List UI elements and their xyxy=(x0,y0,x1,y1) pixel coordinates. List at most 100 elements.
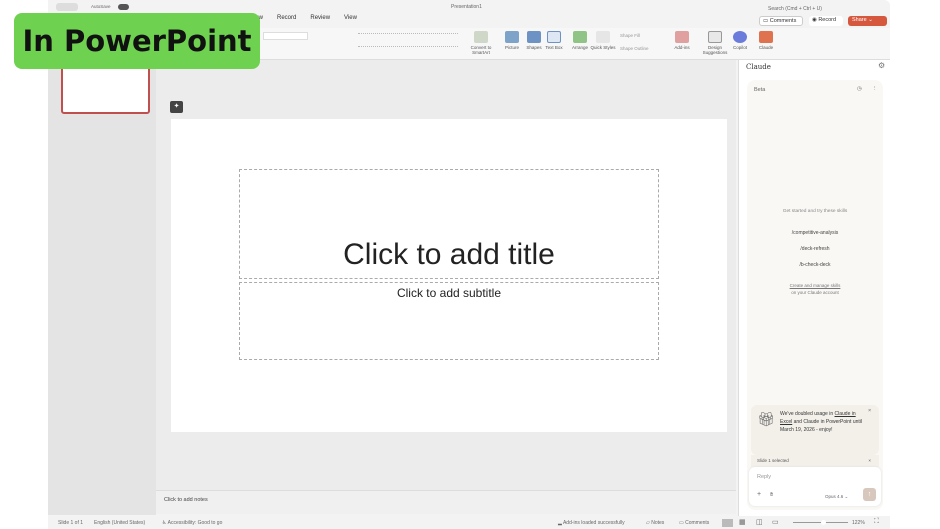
selection-context: Slide 1 selected × xyxy=(751,455,879,467)
autosave-toggle[interactable] xyxy=(118,4,129,10)
share-button[interactable]: Share ⌄ xyxy=(848,16,887,26)
label: Copilot xyxy=(732,45,747,50)
skill-deck-refresh[interactable]: /deck-refresh xyxy=(747,246,883,252)
powerpoint-window: AutoSave Presentation1 Search (Cmd + Ctr… xyxy=(48,0,890,529)
title-bar: AutoSave Presentation1 Search (Cmd + Ctr… xyxy=(48,0,890,14)
slideshow-button[interactable]: ▭ xyxy=(772,518,779,526)
title-placeholder[interactable]: Click to add title xyxy=(239,169,659,279)
clear-selection-icon[interactable]: × xyxy=(868,458,871,463)
design-icon xyxy=(708,31,722,43)
label: Add-ins xyxy=(674,45,690,50)
claude-icon xyxy=(759,31,773,43)
promo-banner: 🎁︎ We've doubled usage in Claude in Exce… xyxy=(751,405,879,455)
share-label: Share xyxy=(852,17,867,23)
claude-chat-card: Beta ◷ ⋮ Get started and try these skill… xyxy=(747,80,883,510)
reading-view-button[interactable]: ◫ xyxy=(756,518,763,526)
sidebar-toggle-button[interactable] xyxy=(56,3,78,11)
beta-badge: Beta xyxy=(754,87,766,93)
designer-icon[interactable]: ✦ xyxy=(170,101,183,113)
add-attachment-icon[interactable]: + xyxy=(757,491,761,498)
label: Arrange xyxy=(571,45,588,50)
manage-skills-subtext: on your Claude account xyxy=(791,290,839,295)
notes-label: Notes xyxy=(651,520,665,526)
ribbon-add-ins[interactable]: Add-ins xyxy=(669,31,695,50)
skill-competitive-analysis[interactable]: /competitive-analysis xyxy=(747,230,883,236)
status-bar: Slide 1 of 1 English (United States) ♿︎ … xyxy=(48,516,890,529)
zoom-level[interactable]: 122% xyxy=(852,520,865,526)
ribbon-quick-styles[interactable]: Quick Styles xyxy=(590,31,616,50)
subtitle-placeholder[interactable]: Click to add subtitle xyxy=(239,282,659,360)
tab-review[interactable]: Review xyxy=(310,15,330,27)
zoom-slider[interactable] xyxy=(793,520,848,525)
overlay-label: In PowerPoint xyxy=(14,13,260,69)
shape-outline-button[interactable]: Shape Outline xyxy=(620,46,649,51)
comments-button[interactable]: ▭ Comments xyxy=(759,16,803,26)
arrange-icon xyxy=(573,31,587,43)
tab-record[interactable]: Record xyxy=(277,15,296,27)
copilot-icon xyxy=(733,31,747,43)
shapes-icon xyxy=(527,31,541,43)
reply-input[interactable]: Reply xyxy=(757,474,771,480)
close-promo-icon[interactable]: × xyxy=(868,408,871,414)
comments-status-label: Comments xyxy=(685,520,710,526)
ribbon-copilot[interactable]: Copilot xyxy=(727,31,753,50)
reply-box[interactable]: Reply + ✋︎ Opus 4.6 ⌄ ↑ xyxy=(749,467,881,506)
comments-label: Comments xyxy=(769,18,797,24)
quick-styles-icon xyxy=(596,31,610,43)
tab-view[interactable]: View xyxy=(344,15,357,27)
record-label: Record xyxy=(818,17,837,23)
ribbon-design-suggestions[interactable]: Design Suggestions xyxy=(702,31,728,55)
language-status[interactable]: English (United States) xyxy=(94,520,145,526)
notes-pane[interactable]: Click to add notes xyxy=(156,490,736,514)
promo-post: and Claude in PowerPoint until March 19,… xyxy=(780,419,862,433)
autosave-label: AutoSave xyxy=(91,4,111,9)
document-title: Presentation1 xyxy=(451,4,482,10)
model-label: Opus 4.6 xyxy=(825,494,844,499)
skill-check-deck[interactable]: /b-check-deck xyxy=(747,262,883,268)
fit-to-window-icon[interactable]: ⛶ xyxy=(874,518,879,526)
smartart-icon xyxy=(474,31,488,43)
add-ins-icon xyxy=(675,31,689,43)
ribbon-tabs: Show Record Review View xyxy=(248,15,357,27)
history-icon[interactable]: ◷ xyxy=(857,86,862,92)
claude-pane-title: Claude xyxy=(746,63,771,71)
picture-icon xyxy=(505,31,519,43)
normal-view-button[interactable] xyxy=(722,519,733,527)
label: Shapes xyxy=(526,45,542,50)
search-box[interactable]: Search (Cmd + Ctrl + U) xyxy=(768,6,822,12)
manage-skills-link[interactable]: Create and manage skills xyxy=(747,283,883,288)
slide-thumbnails-pane xyxy=(48,60,156,515)
slide-thumbnail-1[interactable] xyxy=(61,62,150,114)
comments-status-button[interactable]: ▭ Comments xyxy=(679,520,709,526)
record-button[interactable]: ◉ Record xyxy=(809,16,843,26)
label: Convert to SmartArt xyxy=(470,45,492,55)
ribbon-convert-smartart[interactable]: Convert to SmartArt xyxy=(468,31,494,55)
promo-text: We've doubled usage in Claude in Excel a… xyxy=(780,410,868,434)
label: Quick Styles xyxy=(590,45,616,50)
settings-icon[interactable]: ⚙ xyxy=(878,61,885,70)
shape-fill-button[interactable]: Shape Fill xyxy=(620,33,640,38)
tools-icon[interactable]: ✋︎ xyxy=(770,492,773,499)
send-button[interactable]: ↑ xyxy=(863,488,876,501)
notes-button[interactable]: ▱ Notes xyxy=(646,520,664,526)
selection-label: Slide 1 selected xyxy=(757,458,789,463)
font-size-select[interactable] xyxy=(263,32,308,40)
text-box-icon xyxy=(547,31,561,43)
slide-sorter-button[interactable]: ▦ xyxy=(739,518,746,526)
accessibility-status[interactable]: ♿︎ Accessibility: Good to go xyxy=(162,520,222,526)
accessibility-label: Accessibility: Good to go xyxy=(167,520,223,526)
label: Claude xyxy=(758,45,774,50)
claude-pane: Claude ⚙ Beta ◷ ⋮ Get started and try th… xyxy=(738,60,890,516)
ribbon-claude[interactable]: Claude xyxy=(753,31,779,50)
gift-icon: 🎁︎ xyxy=(757,411,775,427)
slide-counter: Slide 1 of 1 xyxy=(58,520,84,526)
more-options-icon[interactable]: ⋮ xyxy=(872,86,878,92)
label: Picture xyxy=(504,45,519,50)
label: Design Suggestions xyxy=(702,45,728,55)
ribbon-text-box[interactable]: Text Box xyxy=(541,31,567,50)
slide: Click to add title Click to add subtitle xyxy=(171,119,727,432)
model-selector[interactable]: Opus 4.6 ⌄ xyxy=(825,494,848,500)
promo-pre: We've doubled usage in xyxy=(780,411,835,417)
label: Text Box xyxy=(545,45,563,50)
skills-prompt: Get started and try these skills xyxy=(782,209,848,214)
